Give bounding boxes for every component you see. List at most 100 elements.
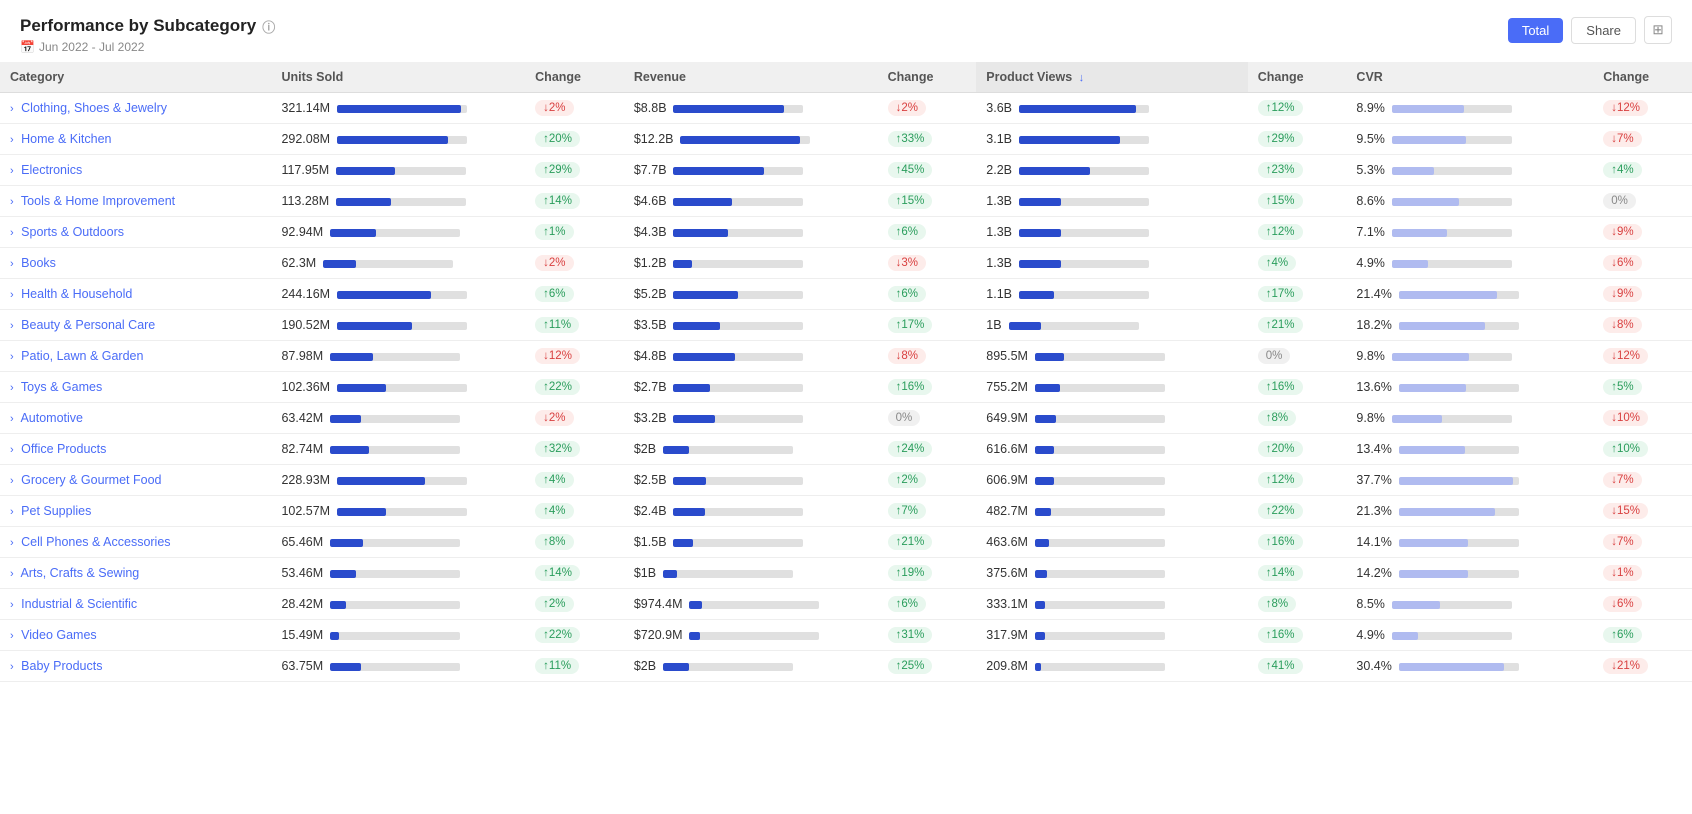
expand-button[interactable]: › <box>10 165 14 177</box>
cell-category: › Office Products <box>0 434 271 465</box>
expand-button[interactable]: › <box>10 134 14 146</box>
sort-down-icon: ↓ <box>1079 72 1085 84</box>
category-link[interactable]: Automotive <box>20 411 83 425</box>
category-link[interactable]: Grocery & Gourmet Food <box>21 473 161 487</box>
category-link[interactable]: Cell Phones & Accessories <box>21 535 170 549</box>
export-button[interactable]: ⊞ <box>1644 16 1672 44</box>
change-badge: ↑16% <box>1258 379 1303 395</box>
cell-cvr-change: ↓8% <box>1593 310 1692 341</box>
cell-units-sold: 117.95M <box>271 155 525 186</box>
cell-cvr: 14.1% <box>1346 527 1593 558</box>
total-button[interactable]: Total <box>1508 18 1563 43</box>
bar-track <box>330 601 460 609</box>
bar-track <box>1035 632 1165 640</box>
col-units-change[interactable]: Change <box>525 62 624 93</box>
bar-fill <box>673 353 734 361</box>
category-link[interactable]: Sports & Outdoors <box>21 225 124 239</box>
share-button[interactable]: Share <box>1571 17 1636 44</box>
col-pv-change[interactable]: Change <box>1248 62 1347 93</box>
cell-cvr: 9.8% <box>1346 341 1593 372</box>
cvr-bar-track <box>1399 322 1519 330</box>
change-badge: ↓3% <box>888 255 926 271</box>
col-cvr-change[interactable]: Change <box>1593 62 1692 93</box>
revenue-value: $1.5B <box>634 535 667 549</box>
category-link[interactable]: Clothing, Shoes & Jewelry <box>21 101 167 115</box>
units-bar <box>330 415 460 423</box>
cell-cvr: 8.9% <box>1346 93 1593 124</box>
expand-button[interactable]: › <box>10 661 14 673</box>
table-row: › Books 62.3M ↓2% $1.2B ↓3% 1.3B ↑4% 4.9… <box>0 248 1692 279</box>
expand-button[interactable]: › <box>10 103 14 115</box>
expand-button[interactable]: › <box>10 413 14 425</box>
category-link[interactable]: Health & Household <box>21 287 132 301</box>
change-badge: ↓7% <box>1603 534 1641 550</box>
bar-track <box>337 291 467 299</box>
table-row: › Video Games 15.49M ↑22% $720.9M ↑31% 3… <box>0 620 1692 651</box>
pv-bar <box>1035 446 1165 454</box>
expand-button[interactable]: › <box>10 382 14 394</box>
expand-button[interactable]: › <box>10 258 14 270</box>
category-link[interactable]: Baby Products <box>21 659 102 673</box>
expand-button[interactable]: › <box>10 568 14 580</box>
pv-bar <box>1035 415 1165 423</box>
pv-value: 209.8M <box>986 659 1028 673</box>
category-link[interactable]: Pet Supplies <box>21 504 91 518</box>
pv-value: 895.5M <box>986 349 1028 363</box>
category-link[interactable]: Electronics <box>21 163 82 177</box>
cell-revenue: $2B <box>624 651 878 682</box>
col-product-views[interactable]: Product Views ↓ <box>976 62 1247 93</box>
bar-fill <box>1019 136 1120 144</box>
cell-cvr-change: ↑10% <box>1593 434 1692 465</box>
col-units-sold[interactable]: Units Sold <box>271 62 525 93</box>
col-cvr[interactable]: CVR <box>1346 62 1593 93</box>
bar-fill <box>1035 384 1060 392</box>
expand-button[interactable]: › <box>10 289 14 301</box>
pv-bar <box>1019 136 1149 144</box>
change-badge: ↑11% <box>535 658 579 674</box>
expand-button[interactable]: › <box>10 537 14 549</box>
expand-button[interactable]: › <box>10 351 14 363</box>
table-row: › Arts, Crafts & Sewing 53.46M ↑14% $1B … <box>0 558 1692 589</box>
expand-button[interactable]: › <box>10 196 14 208</box>
category-link[interactable]: Beauty & Personal Care <box>21 318 155 332</box>
category-link[interactable]: Tools & Home Improvement <box>21 194 175 208</box>
expand-button[interactable]: › <box>10 227 14 239</box>
cell-revenue: $4.3B <box>624 217 878 248</box>
expand-button[interactable]: › <box>10 320 14 332</box>
cell-revenue-change: 0% <box>878 403 977 434</box>
revenue-value: $1B <box>634 566 656 580</box>
category-link[interactable]: Office Products <box>21 442 106 456</box>
category-link[interactable]: Patio, Lawn & Garden <box>21 349 143 363</box>
change-badge: ↓6% <box>1603 596 1641 612</box>
cell-pv-change: ↑20% <box>1248 434 1347 465</box>
cell-cvr: 21.3% <box>1346 496 1593 527</box>
cell-category: › Sports & Outdoors <box>0 217 271 248</box>
cell-revenue-change: ↑45% <box>878 155 977 186</box>
col-revenue[interactable]: Revenue <box>624 62 878 93</box>
bar-fill <box>337 291 431 299</box>
cell-cvr-change: ↓7% <box>1593 527 1692 558</box>
category-link[interactable]: Toys & Games <box>21 380 102 394</box>
change-badge: ↑4% <box>535 503 573 519</box>
expand-button[interactable]: › <box>10 599 14 611</box>
category-link[interactable]: Industrial & Scientific <box>21 597 137 611</box>
col-revenue-change[interactable]: Change <box>878 62 977 93</box>
category-link[interactable]: Home & Kitchen <box>21 132 111 146</box>
col-category[interactable]: Category <box>0 62 271 93</box>
bar-track <box>323 260 453 268</box>
category-link[interactable]: Video Games <box>21 628 97 642</box>
bar-fill <box>673 508 704 516</box>
category-link[interactable]: Arts, Crafts & Sewing <box>20 566 139 580</box>
cell-units-change: ↑22% <box>525 620 624 651</box>
change-badge: ↑19% <box>888 565 933 581</box>
expand-button[interactable]: › <box>10 444 14 456</box>
cvr-bar-fill <box>1399 508 1495 516</box>
category-link[interactable]: Books <box>21 256 56 270</box>
expand-button[interactable]: › <box>10 475 14 487</box>
change-badge: ↑14% <box>535 193 580 209</box>
expand-button[interactable]: › <box>10 630 14 642</box>
bar-fill <box>1035 539 1049 547</box>
expand-button[interactable]: › <box>10 506 14 518</box>
pv-value: 482.7M <box>986 504 1028 518</box>
revenue-value: $2.5B <box>634 473 667 487</box>
